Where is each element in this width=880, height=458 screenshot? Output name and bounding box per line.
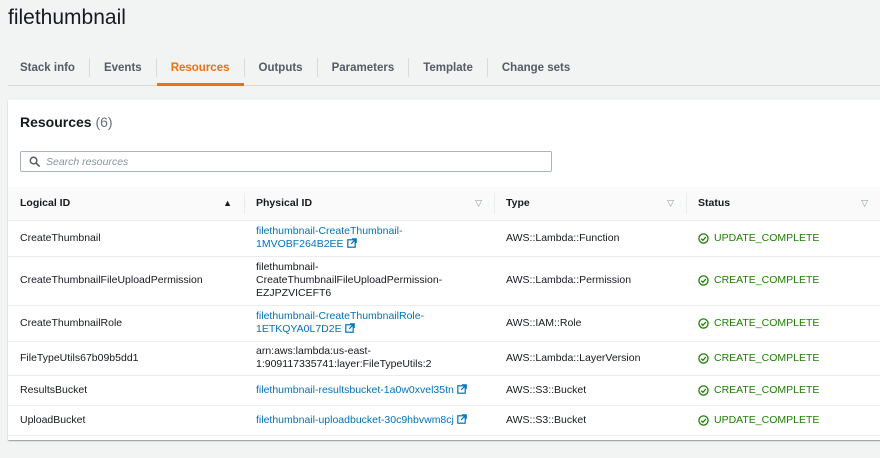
physical-id-cell: filethumbnail-CreateThumbnailRole- 1ETKQY… xyxy=(244,305,494,342)
status-badge: CREATE_COMPLETE xyxy=(698,384,868,397)
page-title: filethumbnail xyxy=(8,6,126,29)
physical-id-link[interactable]: filethumbnail-uploadbucket-30c9hbvwm8cj xyxy=(256,414,467,426)
column-divider[interactable] xyxy=(686,193,687,214)
status-badge: CREATE_COMPLETE xyxy=(698,317,868,330)
physical-id-cell: filethumbnail-CreateThumbnail- 1MVOBF264B… xyxy=(244,220,494,257)
table-header-row: Logical ID ▲ Physical ID ▽ Type ▽ Status ▽ xyxy=(8,187,880,221)
type-cell: AWS::Lambda::LayerVersion xyxy=(494,341,686,376)
tab-bar: Stack info Events Resources Outputs Para… xyxy=(8,50,880,86)
external-link-icon xyxy=(457,413,467,424)
logical-id-cell: FileTypeUtils67b09b5dd1 xyxy=(8,341,244,376)
physical-id-cell: filethumbnail-uploadbucket-30c9hbvwm8cj xyxy=(244,405,494,436)
resources-table: Logical ID ▲ Physical ID ▽ Type ▽ Status ▽ C… xyxy=(8,187,880,436)
search-box[interactable] xyxy=(20,151,552,172)
table-row: ResultsBucket filethumbnail-resultsbucke… xyxy=(8,375,880,406)
resources-title: Resources xyxy=(20,114,92,130)
resources-panel: Resources (6) Logical ID▲ Physical ID▽ xyxy=(8,100,880,440)
physical-id-link[interactable]: filethumbnail-CreateThumbnail- 1MVOBF264B… xyxy=(256,225,402,250)
table-row: CreateThumbnailFileUploadPermission file… xyxy=(8,256,880,306)
check-circle-icon xyxy=(698,414,709,426)
status-cell: CREATE_COMPLETE xyxy=(686,341,880,376)
physical-id-cell: filethumbnail-resultsbucket-1a0w0xvel35t… xyxy=(244,375,494,406)
status-badge: CREATE_COMPLETE xyxy=(698,274,868,287)
logical-id-cell: CreateThumbnail xyxy=(8,220,244,257)
physical-id-cell: filethumbnail- CreateThumbnailFileUploadP… xyxy=(244,256,494,306)
status-cell: CREATE_COMPLETE xyxy=(686,256,880,306)
logical-id-cell: UploadBucket xyxy=(8,405,244,436)
status-badge: CREATE_COMPLETE xyxy=(698,352,868,365)
external-link-icon xyxy=(457,383,467,394)
external-link-icon xyxy=(346,238,357,248)
physical-id-link[interactable]: filethumbnail-resultsbucket-1a0w0xvel35t… xyxy=(256,384,467,396)
type-cell: AWS::Lambda::Permission xyxy=(494,256,686,306)
tab-resources[interactable]: Resources xyxy=(156,50,244,86)
column-divider[interactable] xyxy=(494,193,495,214)
search-input[interactable] xyxy=(46,155,526,168)
external-link-icon xyxy=(344,323,355,333)
column-divider[interactable] xyxy=(244,193,245,214)
resources-count: (6) xyxy=(95,114,113,130)
sort-ascending-icon[interactable]: ▲ xyxy=(223,198,232,208)
tab-events[interactable]: Events xyxy=(90,50,156,85)
type-cell: AWS::Lambda::Function xyxy=(494,220,686,257)
table-row: UploadBucket filethumbnail-uploadbucket-… xyxy=(8,405,880,436)
type-cell: AWS::S3::Bucket xyxy=(494,405,686,436)
resources-heading: Resources (6) xyxy=(20,114,113,130)
physical-id-cell: arn:aws:lambda:us-east- 1:909117335741:la… xyxy=(244,341,494,376)
type-cell: AWS::S3::Bucket xyxy=(494,375,686,406)
sort-icon[interactable]: ▽ xyxy=(475,198,482,209)
status-cell: CREATE_COMPLETE xyxy=(686,375,880,406)
status-badge: UPDATE_COMPLETE xyxy=(698,414,868,427)
search-icon xyxy=(29,156,40,167)
status-cell: UPDATE_COMPLETE xyxy=(686,220,880,257)
status-cell: UPDATE_COMPLETE xyxy=(686,405,880,436)
physical-id-link[interactable]: filethumbnail-CreateThumbnailRole- 1ETKQY… xyxy=(256,310,424,335)
table-row: CreateThumbnailRole filethumbnail-Create… xyxy=(8,305,880,342)
tab-parameters[interactable]: Parameters xyxy=(318,50,409,85)
check-circle-icon xyxy=(698,232,709,244)
status-badge: UPDATE_COMPLETE xyxy=(698,232,868,245)
sort-icon[interactable]: ▽ xyxy=(861,198,868,209)
check-circle-icon xyxy=(698,275,709,286)
check-circle-icon xyxy=(698,317,709,329)
status-cell: CREATE_COMPLETE xyxy=(686,305,880,342)
column-header-type[interactable]: Type ▽ xyxy=(494,187,686,221)
column-header-logical-id[interactable]: Logical ID ▲ xyxy=(8,187,244,221)
logical-id-cell: ResultsBucket xyxy=(8,375,244,406)
sort-icon[interactable]: ▽ xyxy=(667,198,674,209)
logical-id-cell: CreateThumbnailFileUploadPermission xyxy=(8,256,244,306)
tab-template[interactable]: Template xyxy=(409,50,487,85)
column-header-physical-id[interactable]: Physical ID ▽ xyxy=(244,187,494,221)
tab-stack-info[interactable]: Stack info xyxy=(8,50,89,85)
check-circle-icon xyxy=(698,352,709,364)
type-cell: AWS::IAM::Role xyxy=(494,305,686,342)
table-row: CreateThumbnail filethumbnail-CreateThum… xyxy=(8,220,880,257)
table-row: FileTypeUtils67b09b5dd1 arn:aws:lambda:u… xyxy=(8,341,880,376)
check-circle-icon xyxy=(698,384,709,396)
logical-id-cell: CreateThumbnailRole xyxy=(8,305,244,342)
tab-change-sets[interactable]: Change sets xyxy=(488,50,584,85)
column-header-status[interactable]: Status ▽ xyxy=(686,187,880,221)
tab-outputs[interactable]: Outputs xyxy=(245,50,317,85)
